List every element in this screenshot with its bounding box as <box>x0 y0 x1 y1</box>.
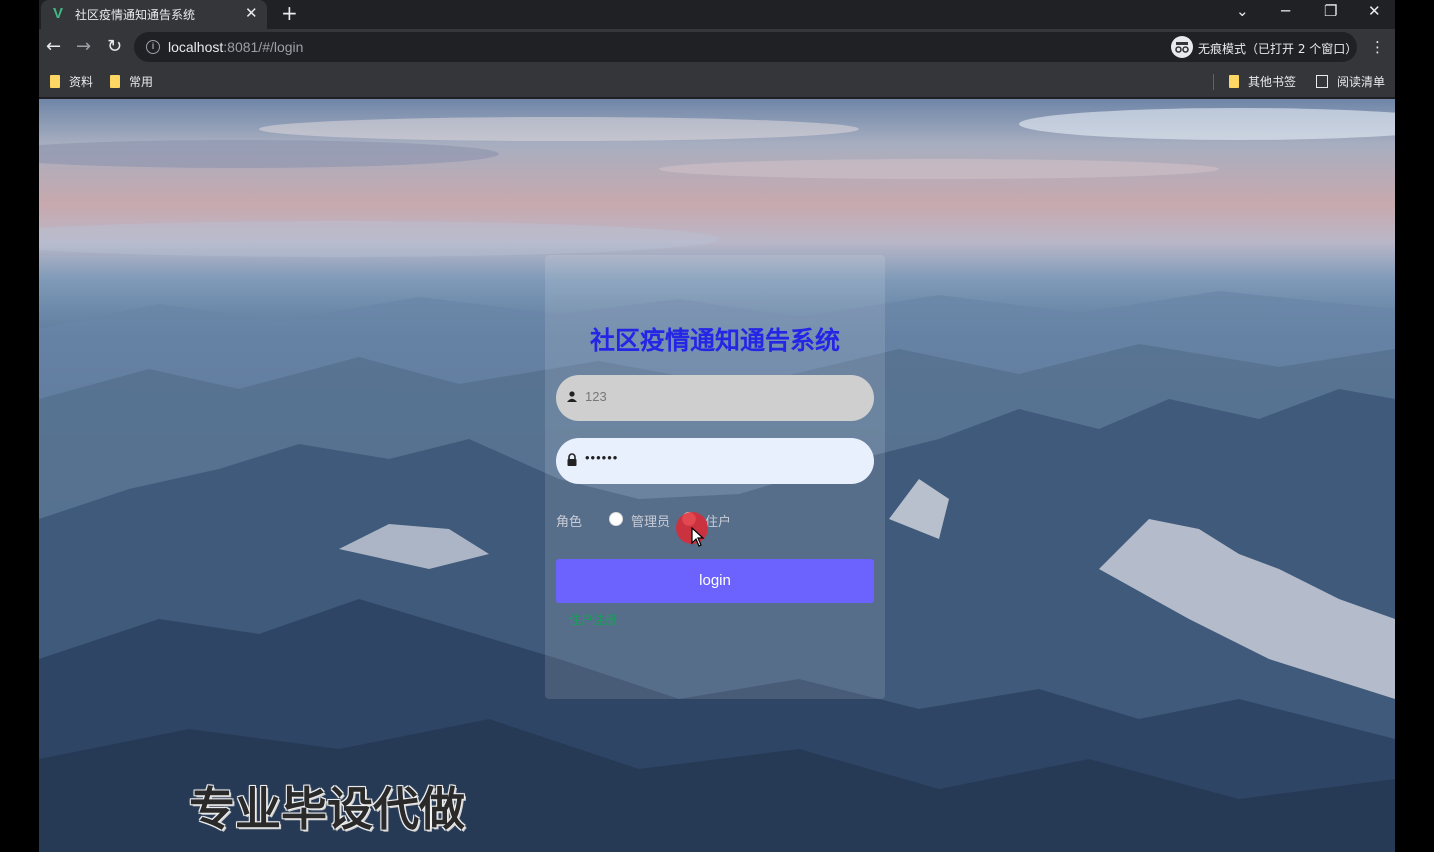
role-selector: 角色 管理员 住户 <box>556 511 874 531</box>
bookmark-folder-ziliao[interactable]: 资料 <box>50 73 93 90</box>
new-tab-button[interactable]: + <box>281 1 298 25</box>
address-bar[interactable]: i localhost:8081/#/login ⚿ ☆ <box>134 32 1244 62</box>
bookmarks-bar: 资料 常用 其他书签 阅读清单 <box>39 66 1395 98</box>
bookmark-label: 资料 <box>69 75 94 89</box>
folder-icon <box>110 75 120 88</box>
browser-toolbar: ← → ↻ i localhost:8081/#/login ⚿ ☆ 无痕模式（… <box>39 29 1395 66</box>
restore-icon[interactable]: ❐ <box>1324 2 1337 20</box>
browser-tab[interactable]: V 社区疫情通知通告系统 ✕ <box>41 0 267 29</box>
close-icon[interactable]: ✕ <box>245 4 258 22</box>
info-icon[interactable]: i <box>146 40 160 54</box>
vue-logo-icon: V <box>53 5 64 22</box>
password-value: •••••• <box>585 450 619 465</box>
back-icon[interactable]: ← <box>46 36 61 57</box>
folder-icon <box>1229 75 1239 88</box>
radio-admin[interactable] <box>609 512 623 526</box>
bookmark-label: 阅读清单 <box>1337 75 1386 89</box>
more-menu-icon[interactable]: ⋮ <box>1370 38 1385 56</box>
login-card: 社区疫情通知通告系统 123 •••••• 角色 管理员 住户 login 住户… <box>545 255 885 699</box>
lock-icon <box>567 453 577 466</box>
login-button[interactable]: login <box>556 559 874 603</box>
login-title: 社区疫情通知通告系统 <box>589 326 840 355</box>
user-icon <box>567 391 577 402</box>
incognito-label: 无痕模式（已打开 2 个窗口） <box>1198 42 1358 56</box>
url-host: localhost <box>168 39 224 55</box>
url-text: localhost:8081/#/login <box>168 39 303 55</box>
password-input[interactable]: •••••• <box>556 438 874 484</box>
radio-admin-label[interactable]: 管理员 <box>631 511 670 530</box>
mouse-cursor-icon <box>691 527 705 547</box>
bookmark-label: 常用 <box>129 75 154 89</box>
register-link[interactable]: 住户注册 <box>569 611 617 628</box>
minimize-icon[interactable]: ─ <box>1281 2 1290 20</box>
reading-list[interactable]: 阅读清单 <box>1316 73 1385 90</box>
tab-title: 社区疫情通知通告系统 <box>75 8 196 22</box>
username-value: 123 <box>585 389 607 404</box>
reading-list-icon <box>1316 75 1328 88</box>
window-close-icon[interactable]: ✕ <box>1368 2 1381 20</box>
bookmark-folder-changyong[interactable]: 常用 <box>110 73 153 90</box>
watermark-text: 专业毕设代做 <box>189 782 465 836</box>
folder-icon <box>50 75 60 88</box>
chevron-down-icon[interactable]: ⌄ <box>1236 2 1249 20</box>
radio-resident-label[interactable]: 住户 <box>705 511 731 530</box>
username-input[interactable]: 123 <box>556 375 874 421</box>
bookmark-divider <box>1213 74 1214 90</box>
forward-icon[interactable]: → <box>76 36 91 57</box>
browser-window: V 社区疫情通知通告系统 ✕ + ⌄ ─ ❐ ✕ ← → ↻ i localho… <box>39 0 1395 852</box>
tab-strip: V 社区疫情通知通告系统 ✕ + ⌄ ─ ❐ ✕ <box>39 0 1395 29</box>
role-label: 角色 <box>556 515 583 530</box>
bookmark-label: 其他书签 <box>1248 75 1297 89</box>
incognito-badge[interactable]: 无痕模式（已打开 2 个窗口） <box>1167 32 1357 62</box>
url-rest: :8081/#/login <box>223 39 304 55</box>
incognito-icon <box>1171 36 1193 58</box>
bookmark-other[interactable]: 其他书签 <box>1229 73 1296 90</box>
page-viewport: 社区疫情通知通告系统 123 •••••• 角色 管理员 住户 login 住户… <box>39 99 1395 852</box>
reload-icon[interactable]: ↻ <box>107 36 122 57</box>
